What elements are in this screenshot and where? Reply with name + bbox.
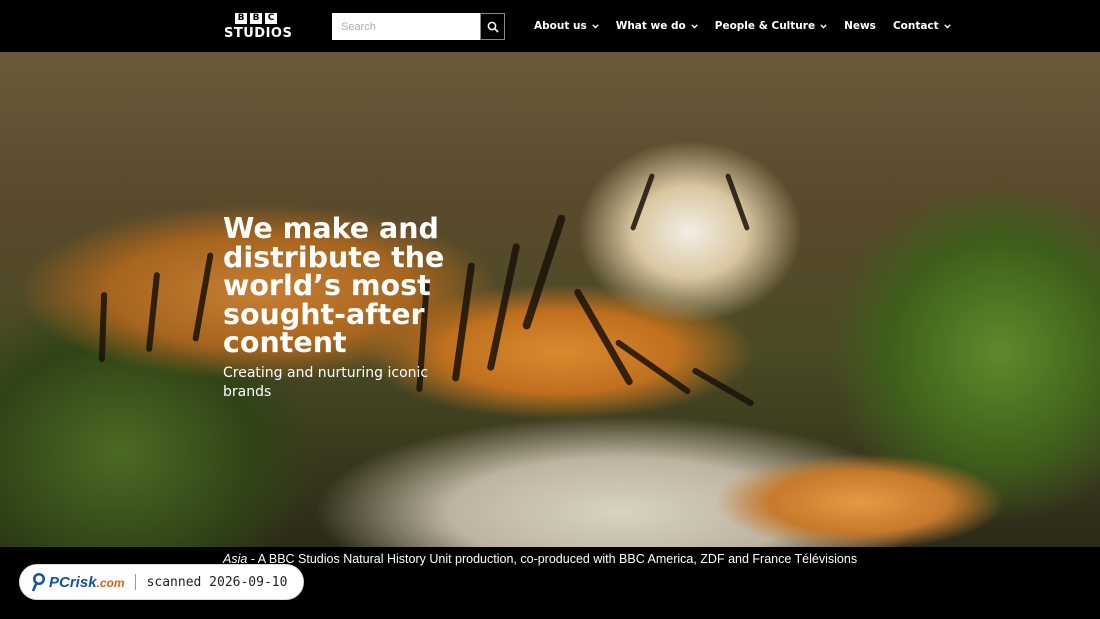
search-input[interactable]: [332, 13, 480, 40]
pcrisk-brand-pc: PC: [49, 573, 70, 591]
nav-label: What we do: [615, 20, 686, 32]
hero-banner: We make and distribute the world’s most …: [0, 52, 1100, 547]
search-button[interactable]: [480, 13, 505, 40]
nav-contact[interactable]: Contact: [893, 18, 951, 34]
nav-about-us[interactable]: About us: [534, 18, 599, 34]
site-header: B B C STUDIOS About us What we do People…: [0, 0, 1100, 52]
scan-badge: PCrisk.com scanned 2026-09-10: [19, 564, 304, 600]
badge-scan-text: scanned 2026-09-10: [146, 574, 288, 590]
nav-label: Contact: [892, 20, 939, 32]
pcrisk-brand-domain: .com: [96, 575, 125, 590]
chevron-down-icon: [943, 23, 951, 29]
nav-news[interactable]: News: [844, 18, 876, 34]
chevron-down-icon: [592, 23, 599, 29]
image-caption: Asia - A BBC Studios Natural History Uni…: [223, 552, 1083, 566]
main-nav: About us What we do People & Culture New…: [534, 18, 968, 34]
search-icon: [487, 21, 499, 33]
search-bar: [332, 13, 505, 40]
bbc-blocks: B B C: [235, 13, 288, 24]
pcrisk-logo: PCrisk.com: [31, 572, 125, 592]
logo-block: B: [235, 13, 247, 24]
magnifier-icon: [31, 573, 45, 592]
nav-people-culture[interactable]: People & Culture: [715, 18, 827, 34]
chevron-down-icon: [691, 23, 698, 29]
hero-subtitle: Creating and nurturing iconic brands: [223, 364, 429, 401]
nav-label: About us: [534, 20, 587, 32]
logo-block: B: [250, 13, 262, 24]
logo-block: C: [265, 13, 277, 24]
badge-divider: [134, 574, 136, 590]
nav-label: News: [844, 20, 876, 32]
chevron-down-icon: [820, 23, 827, 29]
logo-wordmark: STUDIOS: [224, 26, 293, 41]
pcrisk-wordmark: PCrisk.com: [49, 574, 125, 591]
hero-copy: We make and distribute the world’s most …: [223, 212, 453, 403]
bbc-studios-logo[interactable]: B B C STUDIOS: [224, 13, 293, 41]
hero-title: We make and distribute the world’s most …: [223, 212, 445, 359]
pcrisk-brand-risk: risk: [69, 573, 97, 591]
caption-text: - A BBC Studios Natural History Unit pro…: [247, 552, 858, 566]
nav-label: People & Culture: [714, 20, 816, 32]
nav-what-we-do[interactable]: What we do: [616, 18, 698, 34]
